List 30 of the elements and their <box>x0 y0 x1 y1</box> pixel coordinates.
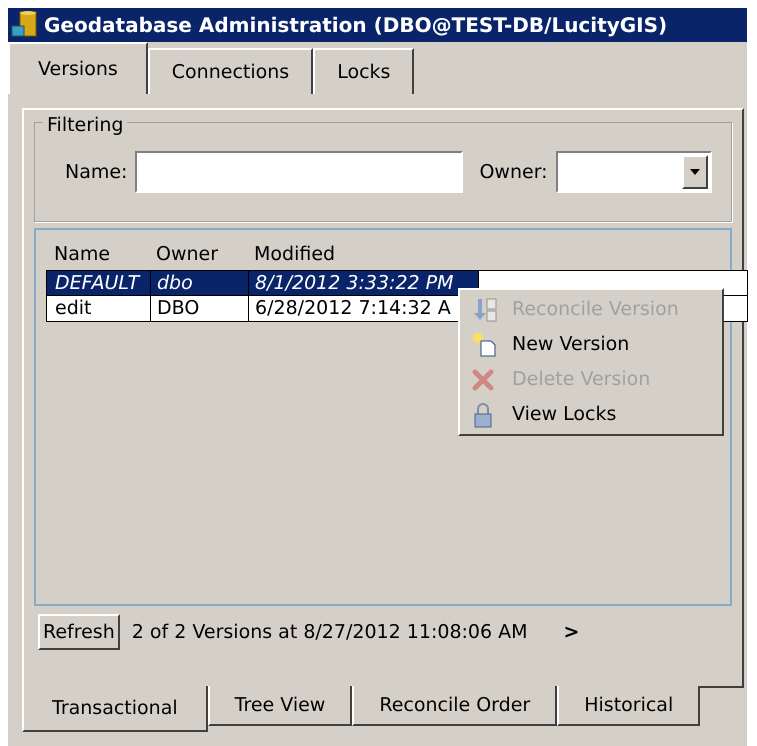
column-header: Modified <box>253 242 336 267</box>
table-cell: DBO <box>151 296 249 321</box>
field-label: Owner: <box>479 160 548 185</box>
table-cell: 8/1/2012 3:33:22 PM <box>249 271 479 295</box>
field-label: Name: <box>65 160 128 185</box>
table-cell: dbo <box>151 271 249 295</box>
tab[interactable]: Versions <box>8 42 148 94</box>
delete-icon <box>472 368 494 390</box>
tab[interactable]: Connections <box>148 48 314 94</box>
column-header: Name <box>53 242 112 267</box>
tab[interactable]: Historical <box>557 686 700 726</box>
tab[interactable]: Reconcile Order <box>352 686 558 726</box>
column-header: Owner <box>155 242 220 267</box>
table-cell: edit <box>47 296 151 321</box>
owner-dropdown[interactable] <box>556 151 712 193</box>
lock-icon <box>472 402 494 428</box>
tab[interactable]: Locks <box>313 48 414 94</box>
name-field[interactable] <box>135 151 464 193</box>
menu-item[interactable]: New Version <box>462 327 720 362</box>
refresh-button[interactable]: Refresh <box>38 614 120 650</box>
window-title: Geodatabase Administration (DBO@TEST-DB/LucityGIS) <box>44 12 668 39</box>
reconcile-icon <box>472 296 498 322</box>
menu-item[interactable]: View Locks <box>462 397 720 432</box>
table-cell: DEFAULT <box>47 271 151 295</box>
new-document-icon <box>472 332 498 358</box>
scroll-arrow[interactable]: > <box>564 618 580 646</box>
status-text: 2 of 2 Versions at 8/27/2012 11:08:06 AM <box>132 620 528 645</box>
dropdown-arrow-icon <box>690 169 700 175</box>
tab[interactable]: Tree View <box>208 686 352 726</box>
tab[interactable]: Transactional <box>22 686 208 732</box>
